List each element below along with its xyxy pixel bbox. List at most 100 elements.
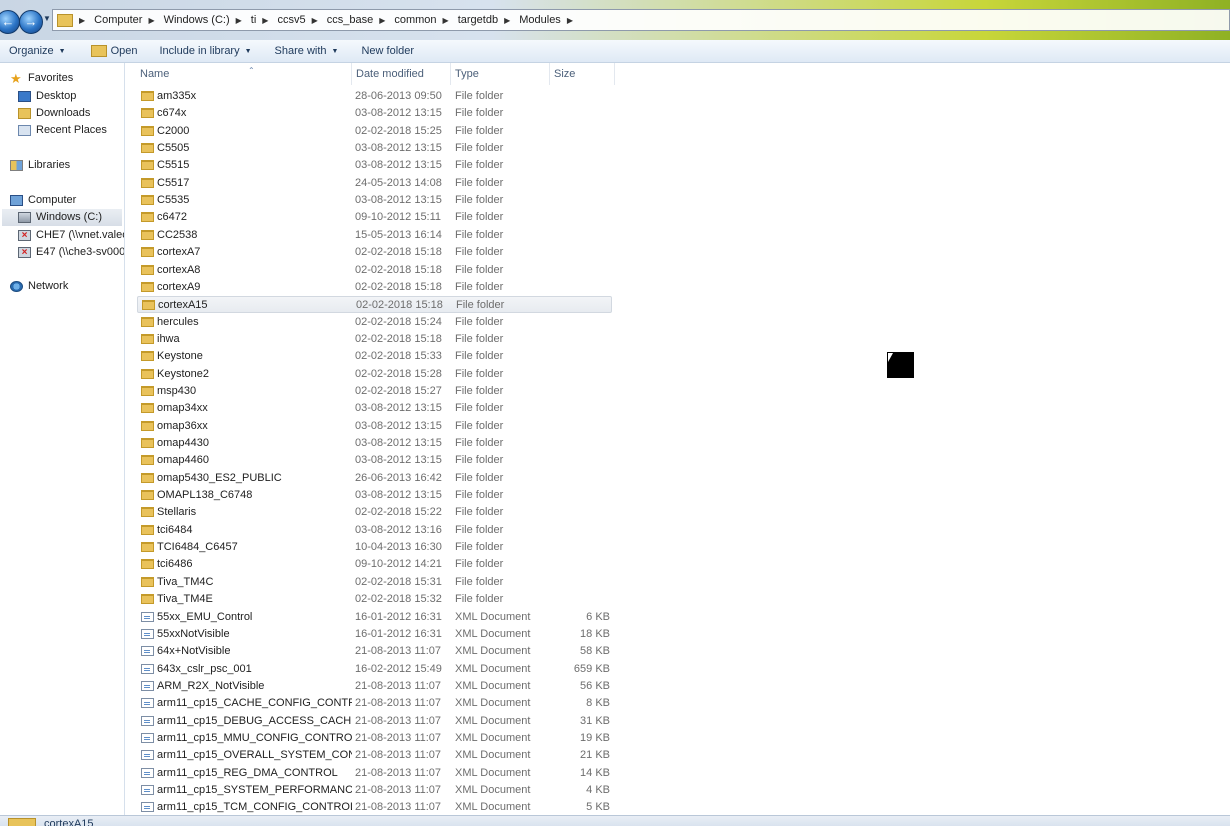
xml-document-icon — [141, 802, 154, 813]
command-bar: Organize ▼ Open Include in library ▼ Sha… — [0, 40, 1230, 63]
nav-favorites[interactable]: ★ Favorites — [10, 70, 73, 87]
breadcrumb-separator-icon[interactable]: ▶ — [379, 16, 385, 25]
file-row[interactable]: Stellaris 02-02-2018 15:22 File folder — [137, 504, 612, 521]
file-row[interactable]: arm11_cp15_DEBUG_ACCESS_CACHE_TLB21-08-2… — [137, 713, 612, 730]
file-row[interactable]: ARM_R2X_NotVisible 21-08-2013 11:07 XML Do… — [137, 678, 612, 695]
file-date-modified: 03-08-2012 13:15 — [355, 454, 442, 467]
breadcrumb-separator-icon[interactable]: ▶ — [236, 16, 242, 25]
nav-network-drive-che7[interactable]: × CHE7 (\\vnet.valeo.c — [18, 227, 124, 244]
nav-downloads[interactable]: Downloads — [18, 105, 90, 122]
nav-network[interactable]: Network — [10, 278, 68, 295]
breadcrumb-separator-icon[interactable]: ▶ — [567, 16, 573, 25]
folder-icon — [141, 438, 154, 448]
file-row[interactable]: arm11_cp15_TCM_CONFIG_CONTROL 21-08-2013 … — [137, 799, 612, 815]
file-row[interactable]: C2000 02-02-2018 15:25 File folder — [137, 123, 612, 140]
include-in-library-button[interactable]: Include in library ▼ — [147, 45, 261, 57]
file-row[interactable]: TCI6484_C6457 10-04-2013 16:30 File folder — [137, 539, 612, 556]
column-header-type[interactable]: Type — [450, 63, 550, 85]
nav-recent-places[interactable]: Recent Places — [18, 122, 107, 139]
breadcrumb-common[interactable]: common — [394, 14, 436, 26]
file-row[interactable]: C5535 03-08-2012 13:15 File folder — [137, 192, 612, 209]
nav-network-drive-e47[interactable]: × E47 (\\che3-sv00014 — [18, 244, 124, 261]
share-with-button[interactable]: Share with ▼ — [261, 45, 348, 57]
file-row[interactable]: omap36xx 03-08-2012 13:15 File folder — [137, 418, 612, 435]
file-row[interactable]: hercules 02-02-2018 15:24 File folder — [137, 314, 612, 331]
breadcrumb-ccsv5[interactable]: ccsv5 — [277, 14, 305, 26]
open-button[interactable]: Open — [75, 45, 147, 57]
file-row[interactable]: c674x 03-08-2012 13:15 File folder — [137, 105, 612, 122]
file-row[interactable]: OMAPL138_C6748 03-08-2012 13:15 File folde… — [137, 487, 612, 504]
nav-computer[interactable]: Computer — [10, 192, 76, 209]
file-row[interactable]: 643x_cslr_psc_001 16-02-2012 15:49 XML Doc… — [137, 661, 612, 678]
organize-label: Organize — [9, 45, 54, 57]
file-row[interactable]: cortexA7 02-02-2018 15:18 File folder — [137, 244, 612, 261]
file-row[interactable]: C5515 03-08-2012 13:15 File folder — [137, 157, 612, 174]
file-row[interactable]: omap4430 03-08-2012 13:15 File folder — [137, 435, 612, 452]
file-row[interactable]: omap5430_ES2_PUBLIC 26-06-2013 16:42 File … — [137, 470, 612, 487]
file-row[interactable]: omap4460 03-08-2012 13:15 File folder — [137, 452, 612, 469]
file-row[interactable]: ihwa 02-02-2018 15:18 File folder — [137, 331, 612, 348]
column-header-date-modified[interactable]: Date modified — [351, 63, 451, 85]
file-row[interactable]: cortexA9 02-02-2018 15:18 File folder — [137, 279, 612, 296]
file-row[interactable]: tci6484 03-08-2012 13:16 File folder — [137, 522, 612, 539]
organize-button[interactable]: Organize ▼ — [0, 45, 75, 57]
recent-pages-chevron-icon[interactable]: ▼ — [43, 14, 51, 23]
breadcrumb-separator-icon[interactable]: ▶ — [443, 16, 449, 25]
file-row[interactable]: msp430 02-02-2018 15:27 File folder — [137, 383, 612, 400]
breadcrumb-ti[interactable]: ti — [251, 14, 257, 26]
xml-document-icon — [141, 732, 154, 743]
folder-icon — [141, 281, 154, 292]
breadcrumb-separator-icon[interactable]: ▶ — [504, 16, 510, 25]
file-row[interactable]: C5505 03-08-2012 13:15 File folder — [137, 140, 612, 157]
column-header-name[interactable]: Name ⌃ — [135, 63, 352, 85]
file-row[interactable]: arm11_cp15_REG_DMA_CONTROL 21-08-2013 11:… — [137, 765, 612, 782]
file-row[interactable]: C5517 24-05-2013 14:08 File folder — [137, 175, 612, 192]
file-row[interactable]: arm11_cp15_OVERALL_SYSTEM_CONFIG...21-08… — [137, 747, 612, 764]
file-row[interactable]: CC2538 15-05-2013 16:14 File folder — [137, 227, 612, 244]
breadcrumb-windows-c[interactable]: Windows (C:) — [164, 14, 230, 26]
column-header-size[interactable]: Size — [549, 63, 615, 85]
breadcrumb-targetdb[interactable]: targetdb — [458, 14, 498, 26]
breadcrumb-separator-icon[interactable]: ▶ — [148, 16, 154, 25]
file-row[interactable]: Keystone2 02-02-2018 15:28 File folder — [137, 366, 612, 383]
file-row[interactable]: omap34xx 03-08-2012 13:15 File folder — [137, 400, 612, 417]
nav-windows-c-label: Windows (C:) — [36, 211, 103, 223]
breadcrumb-modules[interactable]: Modules — [519, 14, 561, 26]
file-date-modified: 02-02-2018 15:18 — [355, 246, 442, 259]
file-name: cortexA7 — [157, 246, 201, 259]
new-folder-button[interactable]: New folder — [347, 45, 423, 57]
file-row[interactable]: cortexA15 02-02-2018 15:18 File folder — [137, 296, 612, 314]
nav-libraries[interactable]: Libraries — [10, 157, 70, 174]
file-date-modified: 02-02-2018 15:18 — [355, 332, 442, 345]
address-bar[interactable]: ▶ Computer ▶ Windows (C:) ▶ ti ▶ ccsv5 ▶… — [52, 9, 1230, 31]
file-row[interactable]: arm11_cp15_SYSTEM_PERFORMANCE_M...21-08-… — [137, 782, 612, 799]
file-row[interactable]: Keystone 02-02-2018 15:33 File folder — [137, 348, 612, 365]
file-row[interactable]: c6472 09-10-2012 15:11 File folder — [137, 209, 612, 226]
back-button[interactable]: ← — [0, 10, 20, 34]
breadcrumb-separator-icon[interactable]: ▶ — [262, 16, 268, 25]
breadcrumb-separator-icon[interactable]: ▶ — [79, 16, 85, 25]
file-row[interactable]: Tiva_TM4C 02-02-2018 15:31 File folder — [137, 574, 612, 591]
file-date-modified: 02-02-2018 15:18 — [355, 280, 442, 293]
breadcrumb-ccs-base[interactable]: ccs_base — [327, 14, 373, 26]
file-row[interactable]: arm11_cp15_CACHE_CONFIG_CONTROL 21-08-201… — [137, 695, 612, 712]
file-row[interactable]: arm11_cp15_MMU_CONFIG_CONTROL 21-08-2013 … — [137, 730, 612, 747]
forward-button[interactable]: → — [19, 10, 43, 34]
file-row[interactable]: cortexA8 02-02-2018 15:18 File folder — [137, 262, 612, 279]
file-row[interactable]: 55xx_EMU_Control 16-01-2012 16:31 XML Docu… — [137, 609, 612, 626]
file-row[interactable]: 64x+NotVisible 21-08-2013 11:07 XML Docume… — [137, 643, 612, 660]
xml-document-icon — [141, 767, 154, 778]
nav-desktop[interactable]: Desktop — [18, 88, 76, 105]
folder-icon — [142, 300, 155, 311]
nav-windows-c[interactable]: Windows (C:) — [2, 209, 122, 226]
file-name: 64x+NotVisible — [157, 645, 231, 658]
sort-ascending-icon: ⌃ — [248, 66, 255, 75]
file-row[interactable]: tci6486 09-10-2012 14:21 File folder — [137, 556, 612, 573]
file-row[interactable]: am335x 28-06-2013 09:50 File folder — [137, 88, 612, 105]
file-name: Tiva_TM4E — [157, 593, 213, 606]
file-name: msp430 — [157, 384, 197, 397]
breadcrumb-separator-icon[interactable]: ▶ — [312, 16, 318, 25]
breadcrumb-computer[interactable]: Computer — [94, 14, 142, 26]
file-row[interactable]: Tiva_TM4E 02-02-2018 15:32 File folder — [137, 591, 612, 608]
file-row[interactable]: 55xxNotVisible 16-01-2012 16:31 XML Docume… — [137, 626, 612, 643]
